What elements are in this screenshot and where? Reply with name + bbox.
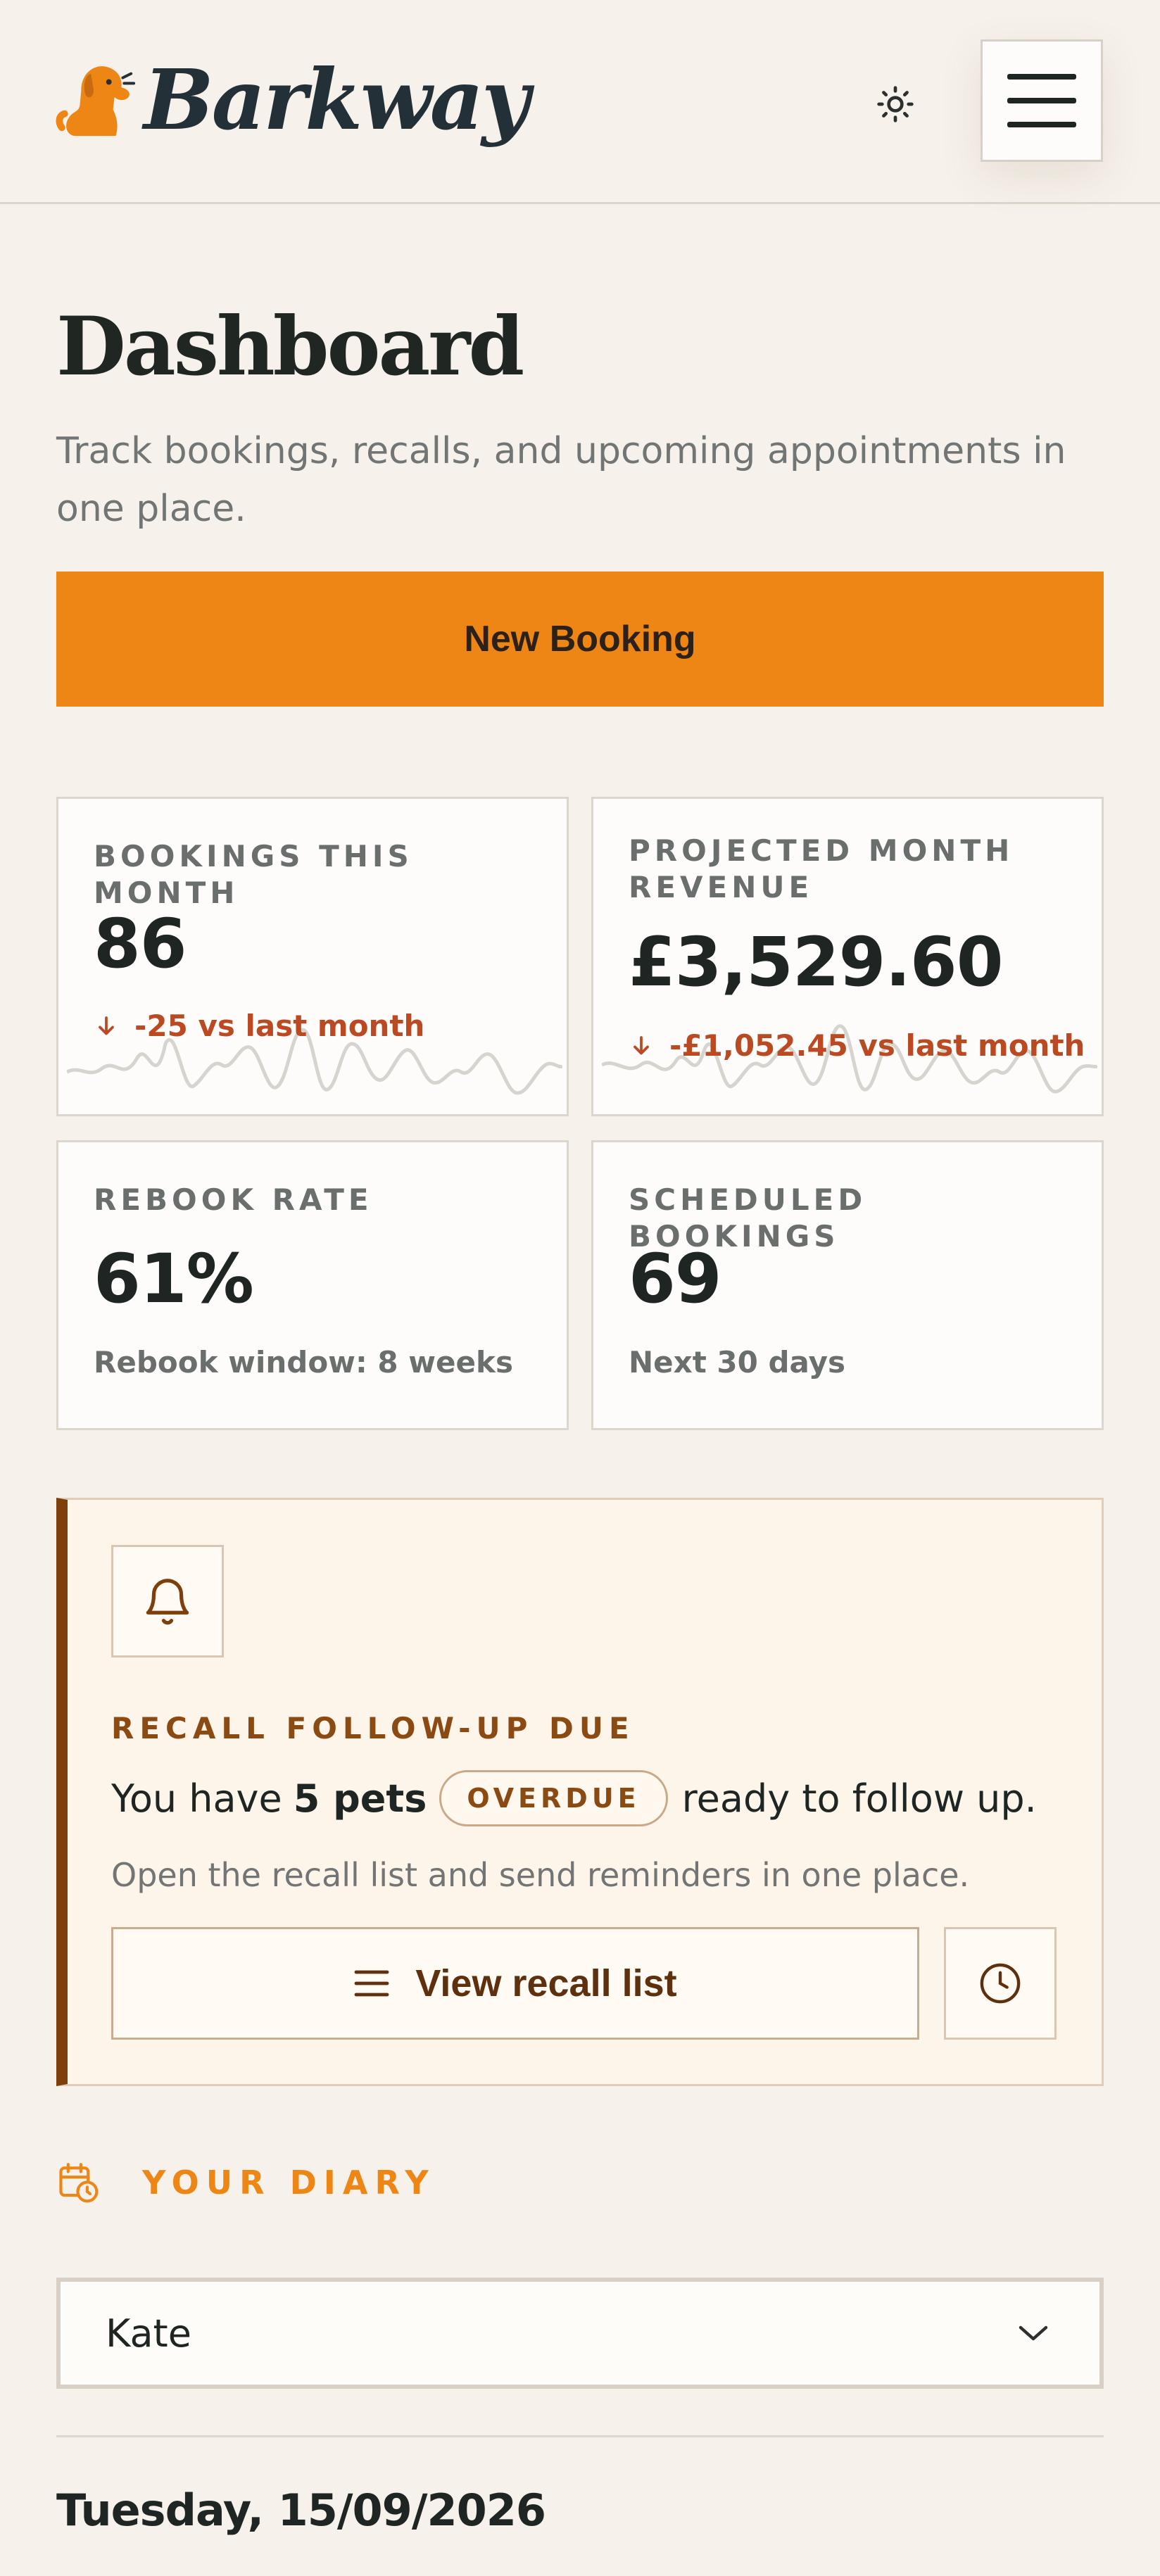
stat-value: 69 [629, 1239, 722, 1318]
calendar-clock-icon [59, 2163, 99, 2203]
bell-icon [146, 1579, 189, 1625]
stat-delta: -25 vs last month [94, 1009, 424, 1043]
stat-value: £3,529.60 [629, 923, 1004, 1002]
recall-kicker: RECALL FOLLOW-UP DUE [111, 1711, 635, 1745]
overdue-badge: OVERDUE [439, 1770, 668, 1826]
arrow-down-icon [99, 1016, 114, 1035]
diary-header: YOUR DIARY [56, 2151, 436, 2214]
view-recall-label: View recall list [415, 1962, 677, 2004]
snooze-button[interactable] [944, 1927, 1057, 2040]
stat-card-rebook-rate: REBOOK RATE 61% Rebook window: 8 weeks [56, 1140, 569, 1430]
stat-delta: -£1,052.45 vs last month [629, 1028, 1085, 1063]
chevron-down-icon [1019, 2325, 1048, 2341]
arrow-down-icon [633, 1035, 649, 1054]
page-title: Dashboard [56, 299, 524, 393]
recall-description: Open the recall list and send reminders … [111, 1856, 970, 1894]
divider [56, 2435, 1104, 2437]
stat-value: 61% [94, 1239, 254, 1318]
new-booking-button[interactable]: New Booking [56, 572, 1104, 707]
sun-icon [877, 86, 914, 122]
page-subtitle: Track bookings, recalls, and upcoming ap… [56, 430, 1066, 530]
stat-delta-text: -25 vs last month [134, 1009, 425, 1043]
recall-suffix: ready to follow up. [681, 1776, 1037, 1821]
stat-value: 86 [94, 904, 187, 983]
staff-select-value: Kate [106, 2311, 191, 2356]
stat-delta-text: -£1,052.45 vs last month [669, 1028, 1085, 1063]
diary-title: YOUR DIARY [142, 2164, 436, 2202]
recall-prefix: You have [111, 1776, 282, 1821]
stat-card-scheduled: SCHEDULED BOOKINGS 69 Next 30 days [591, 1140, 1104, 1430]
view-recall-list-button[interactable]: View recall list [111, 1927, 919, 2040]
brand-logo[interactable]: Barkway [55, 39, 530, 159]
clock-icon [980, 1963, 1021, 2004]
stat-card-revenue: PROJECTED MONTH REVENUE £3,529.60 -£1,05… [591, 797, 1104, 1116]
stat-note: Rebook window: 8 weeks [94, 1345, 513, 1379]
recall-message: You have 5 pets OVERDUE ready to follow … [111, 1763, 1037, 1833]
staff-select[interactable]: Kate [56, 2278, 1104, 2389]
stat-card-bookings: BOOKINGS THIS MONTH 86 -25 vs last month [56, 797, 569, 1116]
stat-note: Next 30 days [629, 1345, 845, 1379]
menu-button[interactable] [981, 39, 1103, 162]
bell-badge [111, 1545, 224, 1658]
diary-date: Tuesday, 15/09/2026 [56, 2485, 546, 2536]
dog-icon [56, 66, 136, 137]
stat-label: BOOKINGS THIS MONTH [94, 839, 413, 910]
stat-label: PROJECTED MONTH REVENUE [629, 833, 1014, 904]
hamburger-icon [1007, 74, 1076, 127]
recall-count: 5 pets [293, 1776, 427, 1821]
recall-follow-up-card: RECALL FOLLOW-UP DUE You have 5 pets OVE… [56, 1498, 1104, 2086]
stat-label: REBOOK RATE [94, 1182, 373, 1217]
brand-name: Barkway [144, 50, 530, 149]
top-navigation: Barkway [0, 0, 1160, 204]
theme-toggle-button[interactable] [869, 77, 922, 131]
list-icon [354, 1970, 389, 1997]
